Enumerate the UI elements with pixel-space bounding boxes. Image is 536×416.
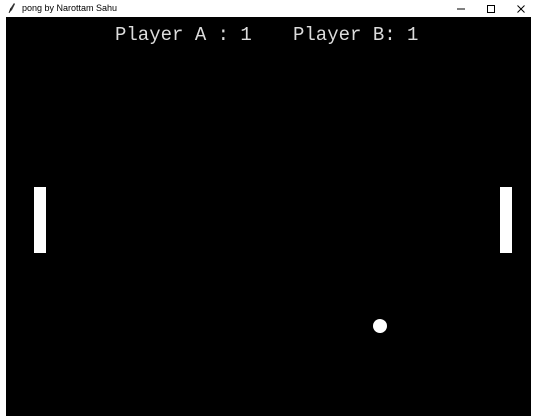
- window-title: pong by Narottam Sahu: [22, 3, 118, 13]
- feather-icon: [8, 3, 15, 14]
- player-b-score: Player B: 1: [293, 24, 419, 46]
- window-frame-right: [531, 17, 536, 416]
- game-canvas[interactable]: Player A : 1 Player B: 1: [6, 17, 531, 416]
- close-icon: [517, 4, 525, 13]
- maximize-button[interactable]: [476, 0, 506, 17]
- right-paddle: [500, 187, 512, 253]
- left-paddle: [34, 187, 46, 253]
- close-button[interactable]: [506, 0, 536, 17]
- scoreboard: Player A : 1 Player B: 1: [6, 24, 531, 48]
- minimize-button[interactable]: [446, 0, 476, 17]
- ball: [373, 319, 387, 333]
- player-a-score: Player A : 1: [115, 24, 252, 46]
- minimize-icon: [457, 8, 465, 9]
- window-titlebar[interactable]: pong by Narottam Sahu: [0, 0, 536, 17]
- maximize-icon: [487, 4, 495, 13]
